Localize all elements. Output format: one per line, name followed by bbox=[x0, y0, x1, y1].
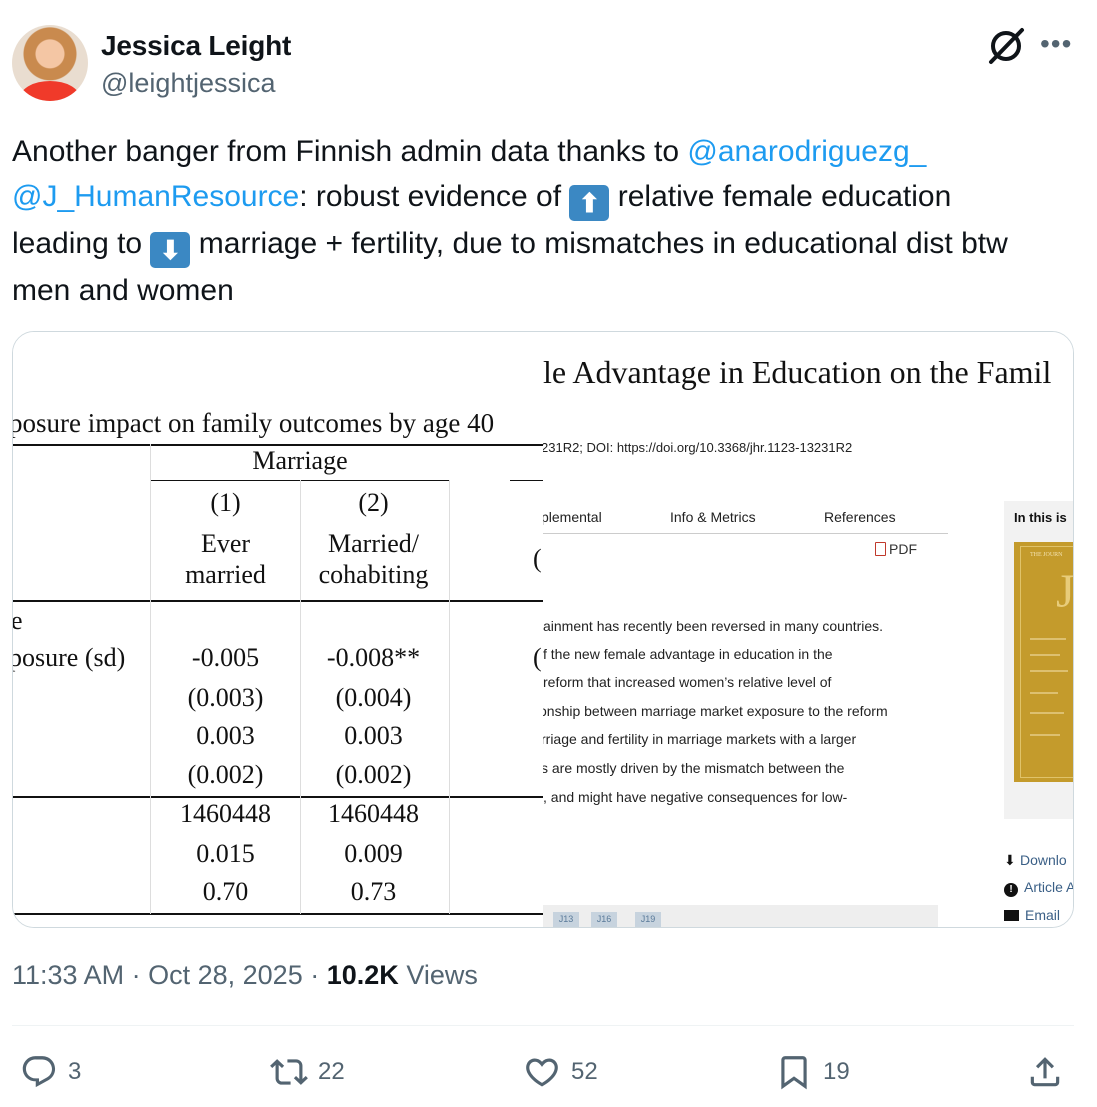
repost-icon bbox=[270, 1059, 308, 1085]
tweet-text: Another banger from Finnish admin data t… bbox=[12, 129, 1052, 313]
repost-count: 22 bbox=[318, 1058, 345, 1085]
tweet-text-part: Another banger from Finnish admin data t… bbox=[12, 135, 688, 168]
jel-tag[interactable]: J16 bbox=[591, 912, 617, 927]
table-cell: 0.003 bbox=[344, 721, 403, 750]
divider bbox=[12, 1025, 1074, 1026]
like-button[interactable]: 52 bbox=[523, 1050, 598, 1094]
tab-info-metrics[interactable]: Info & Metrics bbox=[670, 509, 756, 525]
table-title: posure impact on family outcomes by age … bbox=[13, 408, 495, 438]
repost-button[interactable]: 22 bbox=[270, 1050, 345, 1094]
abstract-line: onship between marriage market exposure … bbox=[543, 703, 888, 719]
mention-link[interactable]: @J_HumanResource bbox=[12, 180, 299, 213]
table-cell: 0.015 bbox=[196, 839, 255, 868]
doi-text: 231R2; DOI: https://doi.org/10.3368/jhr.… bbox=[543, 440, 853, 455]
row-label: posure (sd) bbox=[13, 643, 126, 672]
tweet-date[interactable]: Oct 28, 2025 bbox=[148, 960, 303, 990]
keyword-bar: J13 J16 J19 bbox=[543, 905, 938, 927]
cropped-text: ( bbox=[533, 544, 542, 573]
table-cell: 0.009 bbox=[344, 839, 403, 868]
bookmark-count: 19 bbox=[823, 1058, 850, 1085]
heart-icon bbox=[526, 1058, 558, 1087]
issue-sidebar: In this is THE JOURN J bbox=[1004, 501, 1073, 819]
tweet-time[interactable]: 11:33 AM bbox=[12, 960, 124, 990]
more-options-icon[interactable]: ••• bbox=[1040, 28, 1072, 60]
regression-table-panel: posure impact on family outcomes by age … bbox=[13, 332, 543, 927]
email-link[interactable]: Email bbox=[1004, 907, 1060, 923]
grok-icon[interactable] bbox=[986, 26, 1026, 66]
author-handle[interactable]: @leightjessica bbox=[101, 68, 276, 99]
journal-cover-image[interactable]: THE JOURN J bbox=[1014, 542, 1073, 782]
column-number: (2) bbox=[358, 488, 389, 517]
table-cell: 1460448 bbox=[180, 799, 271, 828]
column-number: (1) bbox=[210, 488, 241, 517]
jel-tag[interactable]: J13 bbox=[553, 912, 579, 927]
avatar[interactable] bbox=[12, 25, 88, 101]
column-header: Ever bbox=[200, 529, 251, 558]
down-arrow-emoji-icon: ⬇ bbox=[150, 232, 191, 268]
email-label: Email bbox=[1025, 907, 1061, 923]
reply-icon bbox=[22, 1056, 56, 1088]
envelope-icon bbox=[1004, 910, 1019, 921]
table-cell: -0.008** bbox=[326, 643, 421, 672]
table-cell: (0.002) bbox=[335, 760, 412, 789]
table-cell: 0.70 bbox=[202, 877, 249, 906]
bookmark-icon bbox=[781, 1056, 807, 1090]
table-cell: -0.005 bbox=[191, 643, 260, 672]
column-header: Married/ bbox=[328, 529, 419, 558]
article-alerts-link[interactable]: ! Article A bbox=[1004, 879, 1073, 897]
abstract-line: s are mostly driven by the mismatch betw… bbox=[543, 760, 845, 776]
table-cell: 0.73 bbox=[350, 877, 397, 906]
tweet-text-part: : robust evidence of bbox=[299, 180, 570, 213]
group-header: Marriage bbox=[252, 446, 348, 475]
abstract-line: ainment has recently been reversed in ma… bbox=[543, 618, 884, 634]
separator: · bbox=[131, 960, 141, 990]
views-count[interactable]: 10.2K bbox=[327, 960, 399, 990]
table-cell: (0.004) bbox=[335, 683, 412, 712]
share-button[interactable] bbox=[1026, 1050, 1074, 1094]
pdf-icon bbox=[875, 542, 886, 556]
download-label: Downlo bbox=[1020, 852, 1067, 868]
article-page-panel: le Advantage in Education on the Famil 2… bbox=[543, 332, 1073, 927]
download-link[interactable]: ⬇ Downlo bbox=[1004, 852, 1067, 869]
pdf-link[interactable]: PDF bbox=[875, 541, 917, 557]
separator: · bbox=[310, 960, 320, 990]
table-cell: (0.002) bbox=[187, 760, 264, 789]
pdf-label: PDF bbox=[889, 541, 917, 557]
up-arrow-emoji-icon: ⬆ bbox=[569, 185, 610, 221]
table-cell: (0.003) bbox=[187, 683, 264, 712]
abstract-line: rriage and fertility in marriage markets… bbox=[543, 731, 857, 747]
jel-tag[interactable]: J19 bbox=[635, 912, 661, 927]
tab-supplemental[interactable]: plemental bbox=[543, 509, 602, 525]
author-name[interactable]: Jessica Leight bbox=[101, 30, 291, 62]
like-count: 52 bbox=[571, 1058, 598, 1085]
views-label: Views bbox=[406, 960, 478, 990]
column-header: married bbox=[185, 560, 266, 589]
bookmark-button[interactable]: 19 bbox=[775, 1050, 850, 1094]
row-label: e bbox=[13, 606, 23, 636]
article-title: le Advantage in Education on the Famil bbox=[543, 354, 1052, 390]
abstract-line: reform that increased women’s relative l… bbox=[543, 674, 832, 690]
abstract-line: f the new female advantage in education … bbox=[543, 646, 833, 662]
column-header: cohabiting bbox=[318, 560, 429, 589]
table-cell: 0.003 bbox=[196, 721, 255, 750]
cover-text: THE JOURN bbox=[1030, 552, 1063, 558]
alert-icon: ! bbox=[1004, 883, 1018, 897]
cropped-text: ( bbox=[533, 643, 542, 672]
reply-button[interactable]: 3 bbox=[20, 1050, 81, 1094]
table-cell: 1460448 bbox=[328, 799, 419, 828]
sidebar-title: In this is bbox=[1014, 510, 1067, 525]
article-alerts-label: Article A bbox=[1024, 879, 1073, 895]
share-icon bbox=[1030, 1057, 1060, 1087]
download-icon: ⬇ bbox=[1004, 852, 1016, 868]
reply-count: 3 bbox=[68, 1058, 82, 1085]
cover-letter: J bbox=[1056, 565, 1073, 618]
media-image[interactable]: posure impact on family outcomes by age … bbox=[12, 331, 1074, 928]
tab-references[interactable]: References bbox=[824, 509, 896, 525]
tweet-meta: 11:33 AM · Oct 28, 2025 · 10.2K Views bbox=[12, 960, 478, 991]
abstract-line: , and might have negative consequences f… bbox=[543, 789, 848, 805]
mention-link[interactable]: @anarodriguezg_ bbox=[687, 135, 926, 168]
